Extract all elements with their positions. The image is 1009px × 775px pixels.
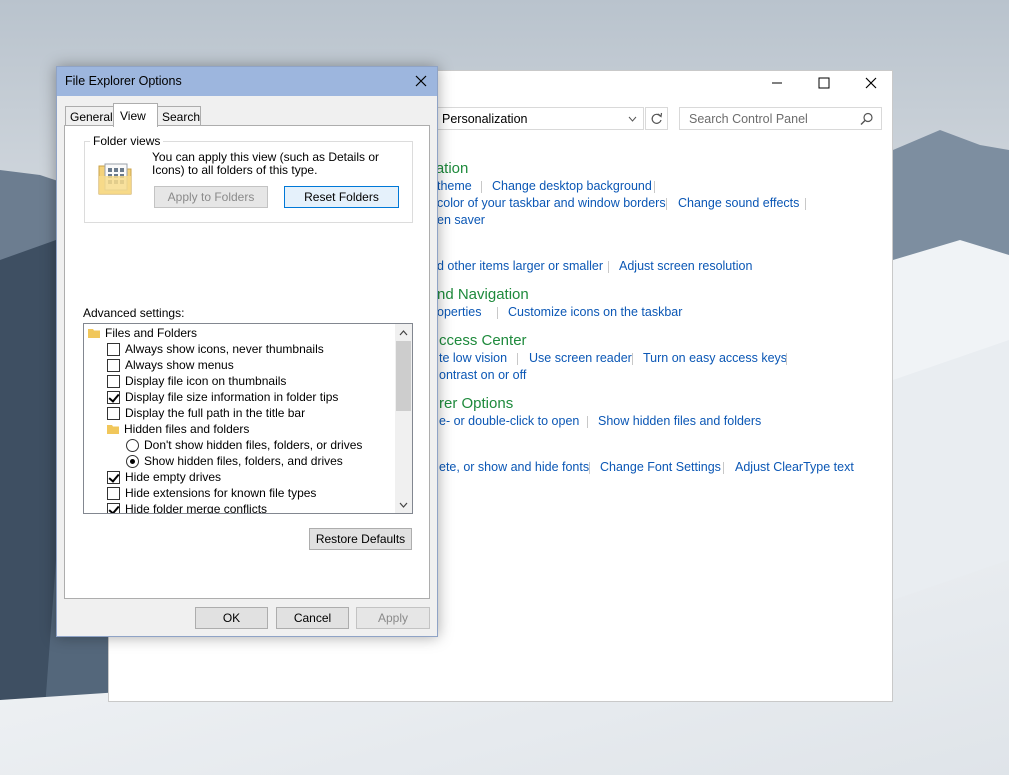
maximize-icon: [818, 77, 830, 88]
dialog-titlebar[interactable]: File Explorer Options: [57, 67, 437, 96]
minimize-icon: [772, 82, 782, 83]
tab-general[interactable]: General: [65, 106, 114, 125]
link-adjust-screen-resolution[interactable]: Adjust screen resolution: [619, 259, 752, 273]
checkbox-checked[interactable]: [107, 390, 120, 404]
tree-item-display-full-path[interactable]: Display the full path in the title bar: [107, 405, 305, 421]
radio-button-selected[interactable]: [126, 454, 139, 468]
chevron-down-icon: [399, 502, 408, 508]
folder-views-legend: Folder views: [90, 134, 164, 148]
radio-button[interactable]: [126, 438, 139, 452]
advanced-settings-list[interactable]: Files and Folders Always show icons, nev…: [83, 323, 413, 514]
link-separator: [587, 416, 588, 428]
link-separator: [481, 181, 482, 193]
tree-item-hide-merge-conflicts[interactable]: Hide folder merge conflicts: [107, 501, 267, 513]
refresh-button[interactable]: [645, 107, 668, 130]
link-separator: [666, 198, 667, 210]
link-separator: [632, 353, 633, 365]
dialog-close-button[interactable]: [409, 70, 433, 92]
restore-defaults-button[interactable]: Restore Defaults: [309, 528, 412, 550]
tree-item-hide-empty-drives[interactable]: Hide empty drives: [107, 469, 221, 485]
link-use-screen-reader[interactable]: Use screen reader: [529, 351, 632, 365]
link-change-desktop-background[interactable]: Change desktop background: [492, 179, 652, 193]
link-optimize-low-vision[interactable]: te low vision: [439, 351, 507, 365]
section-heading-taskbar-navigation[interactable]: nd Navigation: [437, 286, 529, 303]
ok-button[interactable]: OK: [195, 607, 268, 629]
tree-item-always-show-menus[interactable]: Always show menus: [107, 357, 234, 373]
link-separator: [517, 353, 518, 365]
chevron-down-icon[interactable]: [628, 116, 637, 122]
reset-folders-button[interactable]: Reset Folders: [284, 186, 399, 208]
link-change-font-settings[interactable]: Change Font Settings: [600, 460, 721, 474]
link-screen-saver[interactable]: en saver: [437, 213, 485, 227]
folder-views-group: Folder views You can apply this view (su…: [84, 134, 413, 223]
tree-item-hide-extensions[interactable]: Hide extensions for known file types: [107, 485, 316, 501]
link-taskbar-color[interactable]: color of your taskbar and window borders: [437, 196, 666, 210]
folder-icon: [107, 425, 119, 434]
tab-view[interactable]: View: [113, 103, 158, 127]
section-heading-file-explorer-options[interactable]: rer Options: [439, 395, 513, 412]
view-tab-panel: Folder views You can apply this view (su…: [64, 125, 430, 599]
link-high-contrast[interactable]: ontrast on or off: [439, 368, 526, 382]
checkbox[interactable]: [107, 342, 120, 356]
refresh-icon: [651, 112, 663, 124]
advanced-settings-label: Advanced settings:: [83, 306, 185, 320]
tree-item-dont-show-hidden[interactable]: Don't show hidden files, folders, or dri…: [126, 437, 362, 453]
checkbox[interactable]: [107, 486, 120, 500]
tree-item-show-hidden[interactable]: Show hidden files, folders, and drives: [126, 453, 343, 469]
checkbox[interactable]: [107, 374, 120, 388]
vertical-scrollbar[interactable]: [395, 324, 412, 513]
link-show-hidden-files[interactable]: Show hidden files and folders: [598, 414, 761, 428]
cancel-button[interactable]: Cancel: [276, 607, 349, 629]
scroll-down-button[interactable]: [395, 496, 412, 513]
link-show-hide-fonts[interactable]: ete, or show and hide fonts: [439, 460, 589, 474]
folder-icon: [88, 329, 100, 338]
close-icon: [415, 75, 427, 87]
tree-item-hidden-files-and-folders[interactable]: Hidden files and folders: [107, 421, 249, 437]
link-separator: [654, 181, 655, 193]
link-single-double-click[interactable]: e- or double-click to open: [439, 414, 579, 428]
tree-item-display-file-icon[interactable]: Display file icon on thumbnails: [107, 373, 286, 389]
checkbox-checked[interactable]: [107, 502, 120, 513]
minimize-button[interactable]: [754, 71, 800, 94]
search-box[interactable]: Search Control Panel: [679, 107, 882, 130]
search-input[interactable]: Search Control Panel: [689, 112, 808, 126]
tree-item-display-file-size[interactable]: Display file size information in folder …: [107, 389, 338, 405]
link-turn-on-easy-access-keys[interactable]: Turn on easy access keys: [643, 351, 787, 365]
address-bar[interactable]: Personalization: [419, 107, 644, 130]
scrollbar-thumb[interactable]: [396, 341, 411, 411]
folder-views-description: You can apply this view (such as Details…: [152, 150, 380, 177]
apply-button[interactable]: Apply: [356, 607, 430, 629]
link-adjust-cleartype[interactable]: Adjust ClearType text: [735, 460, 854, 474]
scroll-up-button[interactable]: [395, 324, 412, 341]
folder-view-icon: [98, 163, 132, 195]
close-button[interactable]: [848, 71, 894, 94]
checkbox-checked[interactable]: [107, 470, 120, 484]
search-icon[interactable]: [860, 112, 874, 126]
link-separator: [497, 307, 498, 319]
chevron-up-icon: [399, 329, 408, 335]
address-text: Personalization: [442, 112, 528, 126]
link-separator: [805, 198, 806, 210]
link-theme[interactable]: theme: [437, 179, 472, 193]
link-customize-taskbar-icons[interactable]: Customize icons on the taskbar: [508, 305, 682, 319]
link-change-sound-effects[interactable]: Change sound effects: [678, 196, 799, 210]
tree-item-always-show-icons[interactable]: Always show icons, never thumbnails: [107, 341, 324, 357]
file-explorer-options-dialog: File Explorer Options General View Searc…: [56, 66, 438, 637]
link-separator: [608, 261, 609, 273]
link-make-items-larger[interactable]: d other items larger or smaller: [437, 259, 603, 273]
link-taskbar-properties[interactable]: operties: [437, 305, 481, 319]
checkbox[interactable]: [107, 406, 120, 420]
close-icon: [865, 77, 877, 88]
tree-item-files-and-folders[interactable]: Files and Folders: [88, 325, 197, 341]
link-separator: [723, 462, 724, 474]
link-separator: [589, 462, 590, 474]
apply-to-folders-button[interactable]: Apply to Folders: [154, 186, 268, 208]
checkbox[interactable]: [107, 358, 120, 372]
dialog-title: File Explorer Options: [65, 74, 182, 88]
maximize-button[interactable]: [801, 71, 847, 94]
section-heading-ease-of-access[interactable]: ccess Center: [439, 332, 527, 349]
tab-search[interactable]: Search: [157, 106, 201, 125]
link-separator: [786, 353, 787, 365]
